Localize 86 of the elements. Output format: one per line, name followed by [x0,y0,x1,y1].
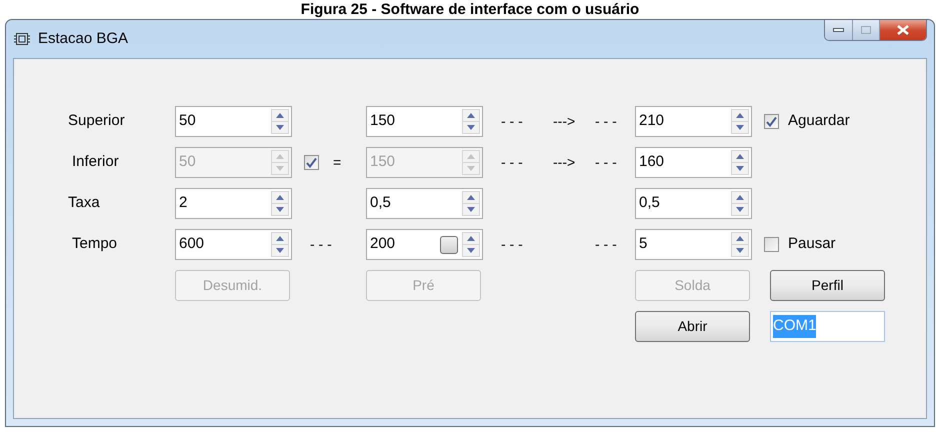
dashes: - - - [595,153,617,172]
number-spinner[interactable]: 50 [175,106,292,137]
down-arrow-icon [736,248,744,253]
number-spinner[interactable]: 160 [635,147,752,178]
spinner-buttons[interactable] [462,232,480,257]
down-arrow-icon [736,166,744,171]
spinner-buttons[interactable] [271,232,289,257]
close-icon [897,25,909,35]
spinner-buttons[interactable] [731,109,749,134]
check-icon [306,157,317,168]
up-arrow-icon [276,195,284,200]
up-arrow-icon [276,236,284,241]
number-spinner[interactable]: 0,5 [366,188,483,219]
up-arrow-icon [467,113,475,118]
spinner-value: 200 [369,234,396,254]
down-arrow-icon [276,207,284,212]
row-label: Superior [67,111,126,132]
dashes: - - - [595,235,617,254]
row-label: Inferior [71,152,120,172]
down-arrow-icon [276,248,284,253]
number-spinner[interactable]: 210 [635,106,752,137]
spinner-buttons[interactable] [462,191,480,216]
down-arrow-icon [467,125,475,130]
figure-caption: Figura 25 - Software de interface com o usuário [300,0,640,19]
number-spinner[interactable]: 600 [175,229,292,260]
close-button[interactable] [880,20,926,40]
spinner-value: 0,5 [369,193,392,214]
up-arrow-icon [467,154,475,159]
down-arrow-icon [276,125,284,130]
checkbox-label: Pausar [788,234,836,254]
checkbox-label: Aguardar [788,111,850,132]
row-label: Taxa [67,193,101,214]
equals-sign: = [333,153,342,172]
dashes: - - - [501,235,524,254]
checkbox[interactable] [764,114,779,129]
down-arrow-icon [467,166,475,171]
spinner-value: 5 [638,234,648,254]
down-arrow-icon [467,207,475,212]
spinner-buttons[interactable] [731,150,749,175]
window-title: Estacao BGA [38,28,128,49]
up-arrow-icon [736,195,744,200]
number-spinner[interactable]: 200 [366,229,483,260]
dashes: - - - [595,112,617,131]
dashes: - - - [501,112,524,131]
arrow-text: ---> [553,112,576,128]
arrow-text: ---> [553,154,576,170]
spinner-value: 150 [369,111,396,132]
spinner-value: 50 [178,152,197,172]
spinner-value: 150 [369,152,396,172]
down-arrow-icon [736,125,744,130]
spinner-buttons[interactable] [462,109,480,134]
down-arrow-icon [276,166,284,171]
number-spinner[interactable]: 2 [175,188,292,219]
spinner-value: 600 [178,234,206,254]
up-arrow-icon [467,236,475,241]
toggle-button[interactable] [440,236,458,254]
up-arrow-icon [467,195,475,200]
spinner-value: 0,5 [638,193,661,214]
number-spinner[interactable]: 0,5 [635,188,752,219]
push-button[interactable]: Perfil [770,270,885,301]
up-arrow-icon [736,154,744,159]
spinner-value: 160 [638,152,666,172]
up-arrow-icon [276,154,284,159]
spinner-value: 2 [178,193,188,214]
spinner-value: 210 [638,111,666,132]
chip-icon [14,31,30,47]
checkbox[interactable] [764,237,779,252]
number-spinner[interactable]: 5 [635,229,752,260]
spinner-buttons[interactable] [271,109,289,134]
check-icon [766,116,777,127]
number-spinner[interactable]: 150 [366,106,483,137]
spinner-buttons[interactable] [271,191,289,216]
spinner-buttons[interactable] [731,232,749,257]
dashes: - - - [309,235,332,254]
up-arrow-icon [736,236,744,241]
dashes: - - - [501,153,524,172]
down-arrow-icon [736,207,744,212]
push-button[interactable]: Abrir [635,311,750,342]
spinner-buttons[interactable] [731,191,749,216]
up-arrow-icon [736,113,744,118]
minimize-button[interactable] [825,20,853,40]
down-arrow-icon [467,248,475,253]
spinner-value: 50 [178,111,197,132]
checkbox[interactable] [304,155,319,170]
up-arrow-icon [276,113,284,118]
row-label: Tempo [71,234,118,254]
